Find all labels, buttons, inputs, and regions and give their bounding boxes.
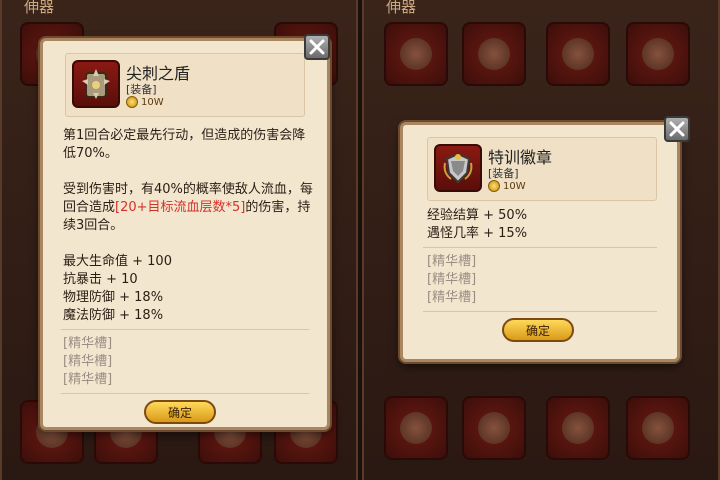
item-header: 尖刺之盾 [装备] 10W (65, 53, 305, 117)
essence-slot: [精华槽] (63, 372, 113, 387)
inventory-slot[interactable] (462, 396, 526, 460)
close-icon (669, 121, 685, 137)
inventory-slot[interactable] (546, 396, 610, 460)
essence-slot: [精华槽] (427, 290, 477, 305)
close-button[interactable] (664, 116, 690, 142)
stat-line: 物理防御 + 18% (63, 290, 164, 305)
panel-title: 伸器 (24, 0, 55, 16)
inventory-slot[interactable] (626, 22, 690, 86)
inventory-slot[interactable] (546, 22, 610, 86)
essence-slot: [精华槽] (427, 254, 477, 269)
item-price: 10W (488, 180, 526, 192)
essence-slot-list: [精华槽] [精华槽] [精华槽] (427, 253, 476, 307)
item-type: [装备] (488, 167, 519, 180)
item-detail-card-spike-shield: 尖刺之盾 [装备] 10W 第1回合必定最先行动，但造成的伤害会降低70%。 受… (40, 38, 330, 430)
divider (423, 311, 657, 312)
essence-slot: [精华槽] (63, 354, 113, 369)
stat-line: 最大生命值 + 100 (63, 254, 172, 269)
item-price: 10W (126, 96, 164, 108)
essence-slot: [精华槽] (427, 272, 477, 287)
item-type: [装备] (126, 83, 157, 96)
stat-list: 最大生命值 + 100 抗暴击 + 10 物理防御 + 18% 魔法防御 + 1… (63, 253, 172, 325)
effect-formula: [20+目标流血层数*5] (115, 200, 246, 215)
inventory-slot[interactable] (384, 396, 448, 460)
item-header: 特训徽章 [装备] 10W (427, 137, 657, 201)
essence-slot: [精华槽] (63, 336, 113, 351)
item-effect-2: 受到伤害时，有40%的概率使敌人流血，每回合造成[20+目标流血层数*5]的伤害… (63, 181, 313, 235)
stat-list: 经验结算 + 50% 遇怪几率 + 15% (427, 207, 527, 243)
badge-icon (434, 144, 482, 192)
panel-title: 伸器 (386, 0, 417, 16)
inventory-slot[interactable] (384, 22, 448, 86)
close-icon (309, 39, 325, 55)
close-button[interactable] (304, 34, 330, 60)
essence-slot-list: [精华槽] [精华槽] [精华槽] (63, 335, 112, 389)
stat-line: 抗暴击 + 10 (63, 272, 138, 287)
divider (61, 393, 309, 394)
stat-line: 遇怪几率 + 15% (427, 226, 528, 241)
price-value: 10W (503, 180, 526, 192)
price-value: 10W (141, 96, 164, 108)
coin-icon (126, 96, 138, 108)
stat-line: 经验结算 + 50% (427, 208, 528, 223)
divider (423, 247, 657, 248)
item-effect-1: 第1回合必定最先行动，但造成的伤害会降低70%。 (63, 128, 306, 161)
divider (61, 329, 309, 330)
stat-line: 魔法防御 + 18% (63, 308, 164, 323)
coin-icon (488, 180, 500, 192)
shield-icon (72, 60, 120, 108)
inventory-slot[interactable] (626, 396, 690, 460)
confirm-button[interactable]: 确定 (502, 318, 574, 342)
inventory-slot[interactable] (462, 22, 526, 86)
confirm-button[interactable]: 确定 (144, 400, 216, 424)
